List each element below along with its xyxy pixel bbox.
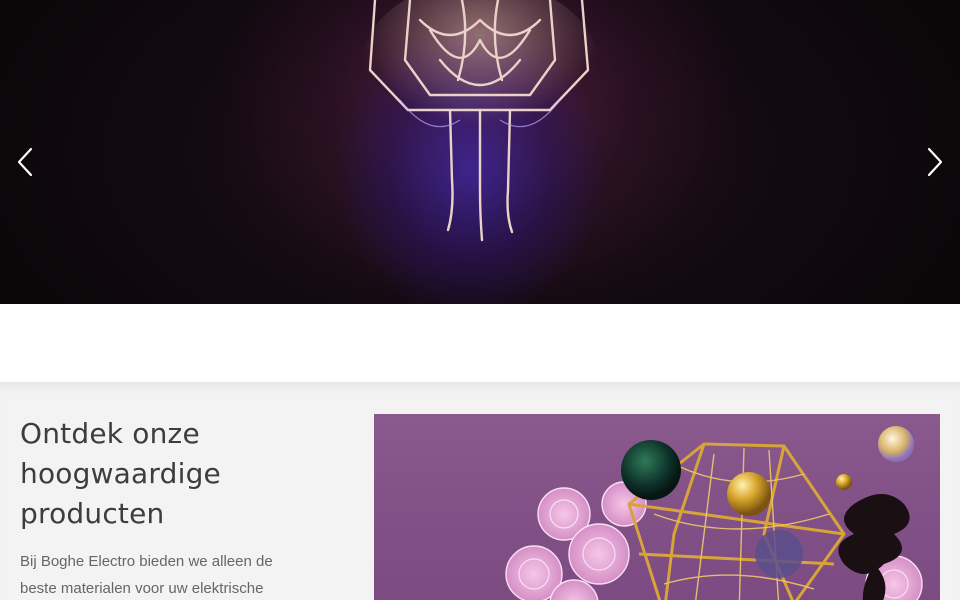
hero-slider [0,0,960,304]
hero-image-lightbulb [360,0,600,242]
section-spacer [0,304,960,382]
products-image [374,414,940,600]
slider-prev-button[interactable] [8,144,42,180]
products-heading: Ontdek onze hoogwaardige producten [20,417,221,530]
products-description: Bij Boghe Electro bieden we alleen de be… [20,553,273,597]
products-section: Ontdek onze hoogwaardige producten Bij B… [0,382,960,600]
chevron-right-icon [927,147,943,177]
slider-next-button[interactable] [918,144,952,180]
products-illustration [505,426,923,600]
chevron-left-icon [17,147,33,177]
